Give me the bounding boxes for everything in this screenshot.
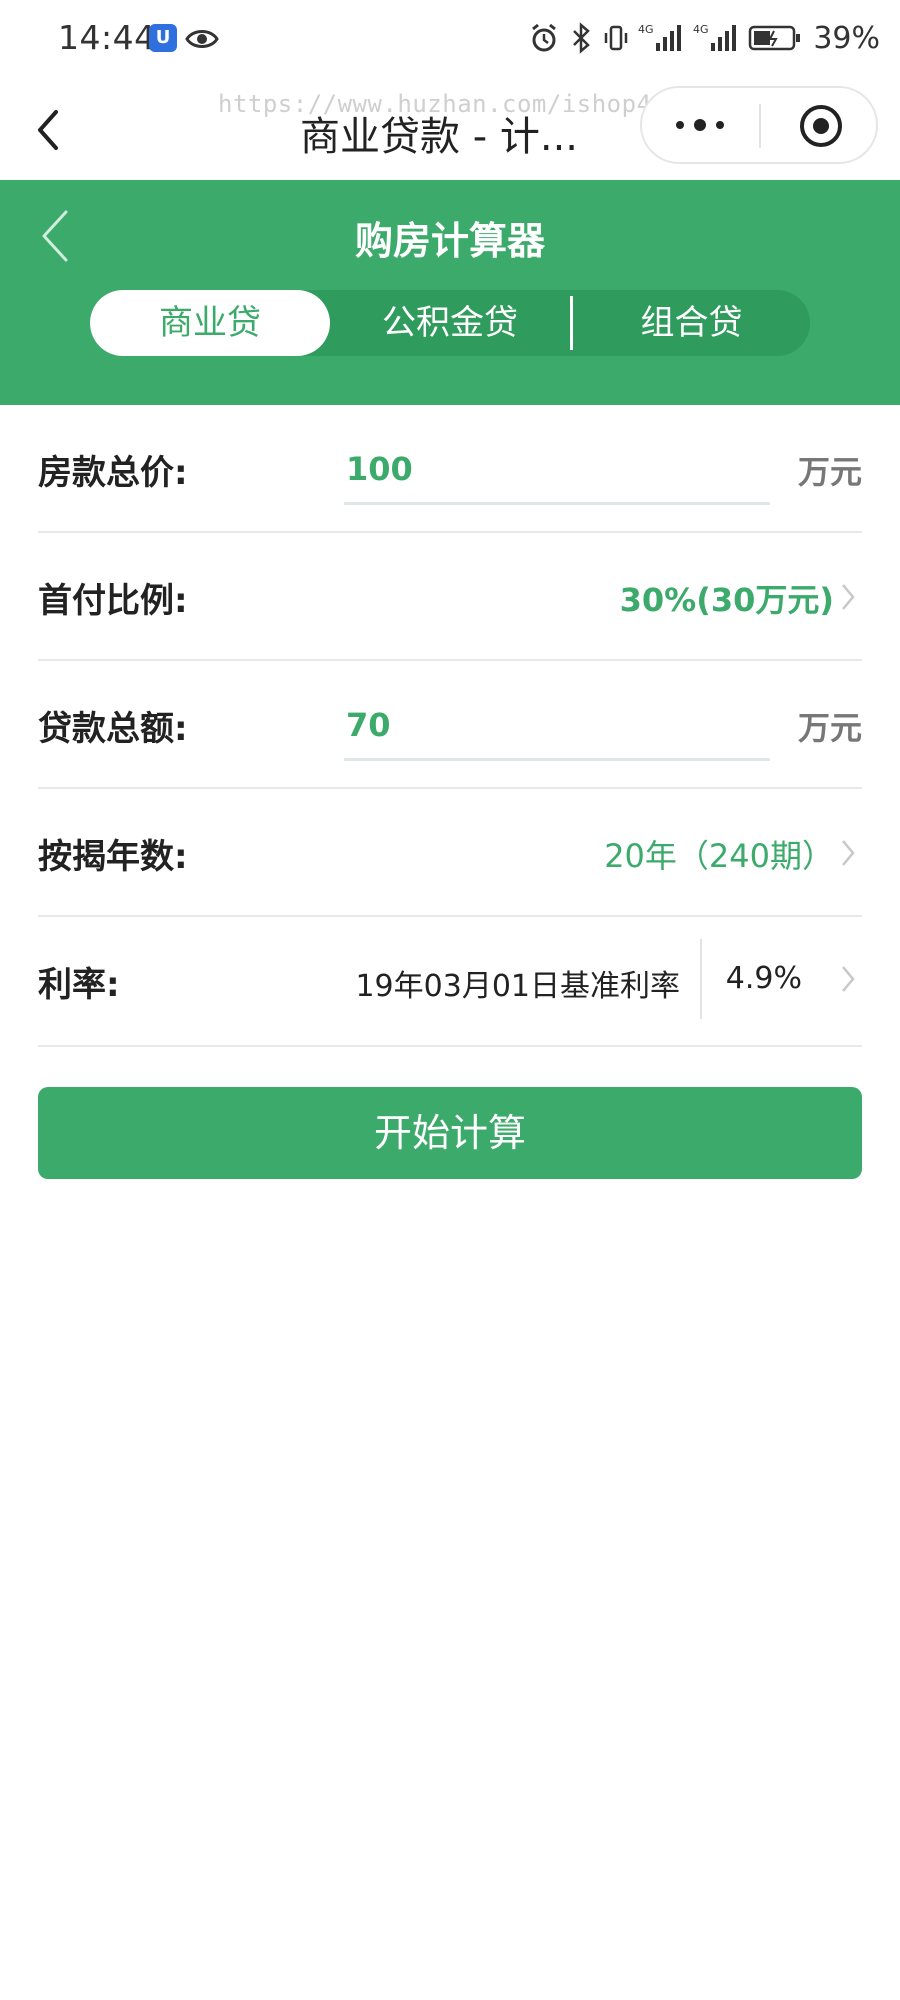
bluetooth-icon: [573, 22, 591, 54]
loan-form: 房款总价: 万元 首付比例: 30%(30万元) 贷款总额: 万元 按揭年数: …: [38, 405, 862, 1047]
start-calculation-button[interactable]: 开始计算: [38, 1087, 862, 1179]
battery-icon: [749, 25, 801, 51]
shield-app-icon: U: [149, 24, 177, 52]
loan-amount-input[interactable]: [344, 691, 770, 761]
rate-divider: [700, 939, 702, 1019]
down-payment-row[interactable]: 首付比例: 30%(30万元): [38, 533, 862, 661]
interest-rate-label: 利率:: [38, 965, 120, 1005]
more-options-icon[interactable]: [672, 110, 728, 140]
loan-years-value: 20年（240期）: [604, 837, 834, 875]
house-price-row: 房款总价: 万元: [38, 405, 862, 533]
calculator-title: 购房计算器: [354, 219, 545, 263]
signal-4g-icon: 4G: [693, 23, 737, 51]
loan-amount-label: 贷款总额:: [38, 709, 188, 749]
interest-rate-row[interactable]: 利率: 19年03月01日基准利率 4.9%: [38, 917, 862, 1047]
house-price-unit: 万元: [797, 453, 862, 491]
loan-years-label: 按揭年数:: [38, 837, 188, 877]
chevron-right-icon: [842, 966, 855, 992]
loan-amount-row: 贷款总额: 万元: [38, 661, 862, 789]
signal-4g-icon: 4G: [638, 23, 682, 51]
down-payment-value: 30%(30万元): [619, 581, 834, 619]
battery-percent: 39%: [813, 20, 880, 56]
tab-commercial-loan[interactable]: 商业贷: [90, 290, 330, 356]
chevron-right-icon: [842, 584, 855, 610]
svg-text:4G: 4G: [638, 23, 654, 36]
close-target-icon[interactable]: [797, 102, 845, 150]
interest-rate-description: 19年03月01日基准利率: [355, 969, 680, 1004]
vibrate-icon: [605, 25, 628, 51]
tab-provident-fund-loan[interactable]: 公积金贷: [330, 290, 570, 356]
back-arrow-icon[interactable]: [32, 104, 64, 156]
mini-program-capsule: [640, 86, 878, 164]
alarm-icon: [532, 23, 557, 52]
nav-bar: 商业贷款 - 计... https://www.huzhan.com/ishop…: [0, 80, 900, 180]
watermark-url: https://www.huzhan.com/ishop44453: [218, 90, 712, 118]
interest-rate-value: 4.9%: [725, 961, 802, 996]
house-price-input[interactable]: [344, 435, 770, 505]
eye-icon: [185, 30, 219, 48]
tab-combined-loan[interactable]: 组合贷: [573, 290, 810, 356]
down-payment-label: 首付比例:: [38, 581, 188, 621]
capsule-divider: [759, 104, 761, 148]
status-time: 14:44: [58, 18, 156, 57]
loan-type-tabs: 商业贷 公积金贷 组合贷: [90, 290, 810, 356]
loan-amount-unit: 万元: [797, 709, 862, 747]
calculator-header: 购房计算器 商业贷 公积金贷 组合贷: [0, 180, 900, 405]
loan-years-row[interactable]: 按揭年数: 20年（240期）: [38, 789, 862, 917]
status-bar: 14:44 U 4G 4G 39%: [0, 0, 900, 80]
house-price-label: 房款总价:: [38, 453, 188, 493]
chevron-right-icon: [842, 840, 855, 866]
svg-text:4G: 4G: [693, 23, 709, 36]
